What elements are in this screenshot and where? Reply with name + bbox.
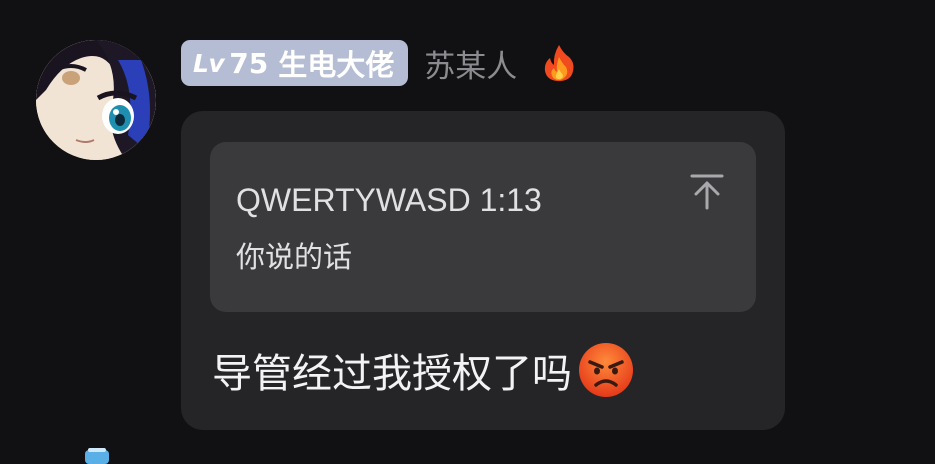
chat-view: Lv 75 生电大佬 苏某人 QWERTYWASD 1:13 你说的话 导管经过… <box>0 0 935 464</box>
level-prefix: Lv <box>193 48 225 78</box>
message-text: 导管经过我授权了吗 <box>212 351 572 397</box>
fire-icon <box>539 40 579 86</box>
message-body: 导管经过我授权了吗 <box>212 341 634 399</box>
next-avatar-icon <box>82 448 112 464</box>
level-title: 生电大佬 <box>278 48 395 82</box>
scroll-to-top-icon[interactable] <box>688 172 726 212</box>
level-badge[interactable]: Lv 75 生电大佬 <box>181 40 409 86</box>
quote-author-time: QWERTYWASD 1:13 <box>236 182 542 218</box>
message-header: Lv 75 生电大佬 苏某人 <box>181 40 579 86</box>
level-number: 75 <box>229 46 269 80</box>
angry-face-icon <box>578 342 634 398</box>
quote-text: 你说的话 <box>236 240 353 274</box>
anime-avatar-icon <box>36 40 156 160</box>
nickname[interactable]: 苏某人 <box>424 41 517 86</box>
quoted-message[interactable]: QWERTYWASD 1:13 你说的话 <box>210 142 756 312</box>
message-bubble[interactable]: QWERTYWASD 1:13 你说的话 导管经过我授权了吗 <box>181 111 785 430</box>
user-avatar[interactable] <box>36 40 156 160</box>
